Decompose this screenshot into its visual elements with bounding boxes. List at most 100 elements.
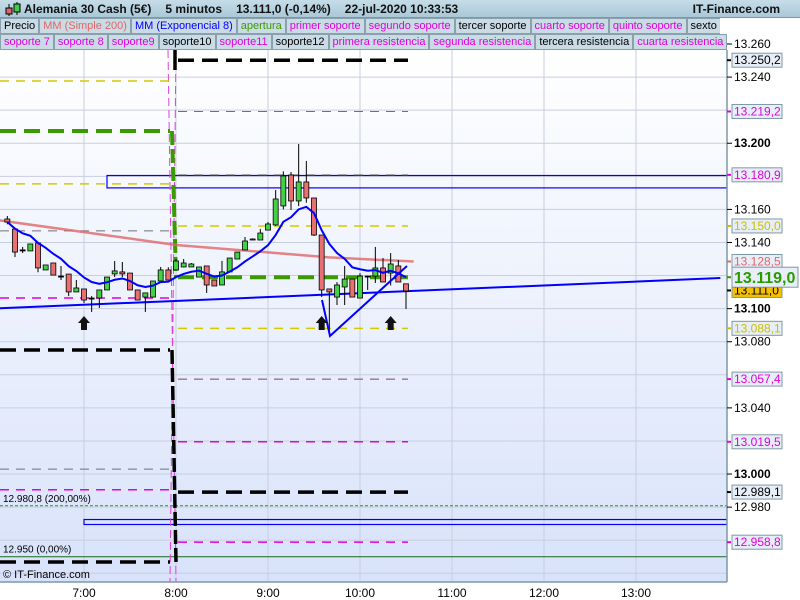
level-price-label-box — [731, 218, 783, 234]
legend-item-soporte9[interactable]: soporte9 — [107, 34, 159, 50]
candle — [42, 264, 49, 271]
y-tick-label: 13.000 — [734, 467, 771, 481]
legend-item-soporte-8[interactable]: soporte 8 — [53, 34, 108, 50]
legend-item-precio[interactable]: Precio — [0, 18, 40, 34]
time-axis — [0, 582, 727, 600]
legend-item-mm-exponencial-8-[interactable]: MM (Exponencial 8) — [130, 18, 237, 34]
candle — [249, 238, 256, 241]
arrow-up-icon — [384, 316, 397, 330]
arrow-up-icon — [78, 316, 90, 330]
legend-item-primera-resistencia[interactable]: primera resistencia — [328, 34, 430, 50]
level-price-label: 12.958,8 — [734, 535, 781, 549]
candle — [196, 266, 202, 278]
legend-item-cuarto-soporte[interactable]: cuarto soporte — [530, 18, 609, 34]
legend-item-segunda-resistencia[interactable]: segunda resistencia — [429, 34, 536, 50]
legend-item-quinto-soporte[interactable]: quinto soporte — [608, 18, 687, 34]
legend-item-cuarta-resistencia[interactable]: cuarta resistencia — [633, 34, 727, 50]
legend-item-tercer-soporte[interactable]: tercer soporte — [454, 18, 531, 34]
candle — [303, 181, 310, 199]
x-tick-label: 11:00 — [437, 586, 466, 600]
candle — [104, 276, 110, 291]
x-tick-label: 8:00 — [164, 586, 188, 600]
level-price-label: 13.219,2 — [734, 104, 781, 118]
candle — [265, 223, 271, 231]
candle — [318, 234, 325, 291]
candle — [50, 262, 57, 276]
candle — [288, 174, 294, 202]
trendline — [0, 277, 721, 310]
candle — [242, 240, 248, 251]
triangle-drawing — [321, 265, 408, 338]
level-price-label: 13.150,0 — [734, 219, 781, 233]
candle — [165, 269, 172, 281]
candle — [349, 278, 356, 298]
level-price-label: 13.019,5 — [734, 435, 781, 449]
y-tick-label: 13.200 — [734, 136, 771, 150]
legend-item-sexto-soporte[interactable]: sexto soporte — [686, 18, 720, 34]
candlestick-logo-icon — [5, 1, 21, 16]
candle — [4, 218, 11, 223]
candle — [12, 228, 18, 253]
x-tick-label: 13:00 — [621, 586, 651, 600]
candle — [272, 198, 279, 226]
legend-item-apertura[interactable]: apertura — [236, 18, 286, 34]
legend-item-tercera-resistencia[interactable]: tercera resistencia — [535, 34, 634, 50]
candle — [180, 262, 187, 268]
candle — [88, 297, 95, 300]
brand-link[interactable]: IT-Finance.com — [693, 2, 780, 16]
candle — [364, 275, 371, 278]
candle — [58, 275, 64, 278]
day-separator-line — [167, 49, 177, 583]
candle — [372, 267, 379, 277]
candle — [19, 249, 26, 252]
legend-item-soporte10[interactable]: soporte10 — [158, 34, 216, 50]
candle — [257, 232, 264, 241]
indicator-legend-row-1: Precio MM (Simple 200) MM (Exponencial 8) a… — [0, 18, 720, 34]
level-price-label: 13.180,9 — [734, 168, 781, 182]
sma-200-line — [0, 219, 414, 263]
title-bar: Alemania 30 Cash (5€) 5 minutos 13.111,0… — [0, 0, 800, 18]
level-connector — [170, 130, 178, 278]
legend-item-soporte12[interactable]: soporte12 — [271, 34, 329, 50]
price-chart[interactable]: 12.980,8 (200,00%) 12.950 (0,00%) © IT-Fin… — [0, 0, 800, 600]
candle — [219, 271, 225, 286]
timeframe: 5 minutos — [165, 1, 223, 16]
fib-200-label: 12.980,8 (200,00%) — [3, 494, 91, 505]
level-connector — [170, 349, 178, 563]
open-price-label-box — [731, 266, 799, 288]
x-tick-label: 9:00 — [256, 586, 280, 600]
level-price-label: 12.989,1 — [734, 485, 781, 499]
y-tick-label: 13.260 — [734, 37, 771, 51]
legend-item-soporte-7[interactable]: soporte 7 — [0, 34, 54, 50]
y-tick-label: 12.980 — [734, 500, 771, 514]
fib-0-label: 12.950 (0,00%) — [3, 545, 71, 556]
candle — [188, 263, 195, 268]
candle — [35, 242, 41, 269]
y-tick-label: 13.100 — [734, 302, 771, 316]
candle — [142, 292, 149, 298]
candle — [73, 287, 80, 293]
arrow-up-icon — [315, 316, 328, 330]
price-axis — [727, 50, 800, 600]
candle — [387, 263, 394, 274]
legend-item-soporte11[interactable]: soporte11 — [215, 34, 272, 50]
level-price-label-box — [731, 167, 783, 183]
y-tick-label: 13.140 — [734, 235, 771, 249]
candle — [127, 272, 133, 291]
x-tick-label: 12:00 — [529, 586, 559, 600]
level-price-label-box — [731, 320, 783, 336]
legend-item-segundo-soporte[interactable]: segundo soporte — [364, 18, 455, 34]
candle — [211, 279, 218, 287]
level-price-label: 13.250,2 — [734, 53, 781, 67]
level-price-label-box — [731, 103, 783, 119]
legend-item-primer-soporte[interactable]: primer soporte — [285, 18, 365, 34]
candle — [134, 289, 141, 301]
y-tick-label: 13.160 — [734, 202, 771, 216]
level-price-label-box — [731, 434, 783, 450]
legend-item-mm-simple-200-[interactable]: MM (Simple 200) — [39, 18, 131, 34]
candle — [341, 278, 348, 288]
sma-price-label-box — [731, 254, 783, 270]
last-price: 13.111,0 (-0,14%) — [236, 1, 331, 16]
instrument-name: Alemania 30 Cash (5€) — [24, 1, 152, 16]
level-price-label-box — [731, 484, 783, 500]
